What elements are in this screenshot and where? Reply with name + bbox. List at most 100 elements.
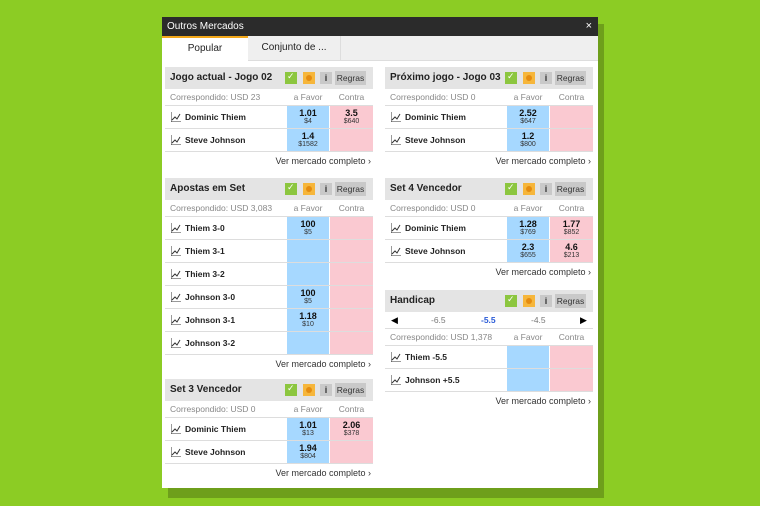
- back-odds-cell[interactable]: 1.01 $4: [287, 106, 329, 128]
- view-full-market-link[interactable]: Ver mercado completo ›: [385, 152, 593, 170]
- runner-name: Thiem -5.5: [405, 352, 448, 362]
- close-icon[interactable]: ×: [586, 17, 592, 36]
- lay-odds-cell[interactable]: [330, 263, 373, 285]
- chart-icon[interactable]: [171, 112, 181, 122]
- lay-odds-cell[interactable]: [550, 346, 593, 368]
- chart-icon[interactable]: [391, 112, 401, 122]
- back-odds-cell[interactable]: [287, 332, 329, 354]
- lay-odds-cell[interactable]: 3.5 $640: [330, 106, 373, 128]
- back-odds-cell[interactable]: [287, 240, 329, 262]
- lay-odds-cell[interactable]: [330, 217, 373, 239]
- rules-button[interactable]: Regras: [555, 71, 586, 85]
- back-odds-cell[interactable]: 100 $5: [287, 217, 329, 239]
- chart-icon[interactable]: [171, 269, 181, 279]
- back-odds-cell[interactable]: 1.18 $10: [287, 309, 329, 331]
- back-odds-cell[interactable]: [507, 346, 549, 368]
- lay-odds-cell[interactable]: [330, 332, 373, 354]
- view-full-market-link[interactable]: Ver mercado completo ›: [165, 464, 373, 482]
- chart-icon[interactable]: [171, 315, 181, 325]
- runner-row: Steve Johnson 1.2 $800: [385, 129, 593, 152]
- chart-icon[interactable]: [391, 352, 401, 362]
- check-icon[interactable]: [285, 182, 297, 195]
- rules-button[interactable]: Regras: [335, 71, 366, 85]
- back-odds-cell[interactable]: 2.52 $647: [507, 106, 549, 128]
- back-odds-cell[interactable]: [507, 369, 549, 391]
- runner-name: Dominic Thiem: [405, 223, 466, 233]
- market-title: Handicap: [390, 295, 436, 306]
- favourite-icon[interactable]: [303, 72, 315, 84]
- back-odds-cell[interactable]: 1.01 $13: [287, 418, 329, 440]
- rules-button[interactable]: Regras: [335, 383, 366, 397]
- chart-icon[interactable]: [171, 424, 181, 434]
- lay-odds-cell[interactable]: [550, 369, 593, 391]
- chart-icon[interactable]: [171, 223, 181, 233]
- favourite-icon[interactable]: [303, 384, 315, 396]
- check-icon[interactable]: [285, 71, 297, 84]
- chart-icon[interactable]: [171, 338, 181, 348]
- handicap-line-option[interactable]: -6.5: [431, 312, 446, 328]
- lay-odds-cell[interactable]: [330, 441, 373, 463]
- back-odds-cell[interactable]: 1.4 $1582: [287, 129, 329, 151]
- rules-button[interactable]: Regras: [555, 182, 586, 196]
- lay-odds-cell[interactable]: [330, 240, 373, 262]
- runner-name: Dominic Thiem: [185, 424, 246, 434]
- info-icon[interactable]: i: [540, 183, 552, 195]
- market-title: Set 4 Vencedor: [390, 183, 462, 194]
- info-icon[interactable]: i: [320, 72, 332, 84]
- rules-button[interactable]: Regras: [555, 294, 586, 308]
- chart-icon[interactable]: [171, 292, 181, 302]
- check-icon[interactable]: [285, 383, 297, 396]
- chart-icon[interactable]: [391, 223, 401, 233]
- view-full-market-link[interactable]: Ver mercado completo ›: [385, 263, 593, 281]
- lay-odds-cell[interactable]: [550, 106, 593, 128]
- check-icon[interactable]: [505, 71, 517, 84]
- favourite-icon[interactable]: [523, 295, 535, 307]
- lay-odds-cell[interactable]: 2.06 $378: [330, 418, 373, 440]
- favourite-icon[interactable]: [523, 183, 535, 195]
- back-odds-cell[interactable]: 1.28 $769: [507, 217, 549, 239]
- lay-column-label: Contra: [338, 92, 365, 102]
- lay-odds-cell[interactable]: 4.6 $213: [550, 240, 593, 262]
- handicap-line-selected[interactable]: -5.5: [481, 312, 496, 328]
- back-odds-cell[interactable]: 100 $5: [287, 286, 329, 308]
- tab-popular[interactable]: Popular: [162, 36, 248, 61]
- lay-odds-cell[interactable]: [330, 286, 373, 308]
- back-odds-cell[interactable]: 1.94 $804: [287, 441, 329, 463]
- chart-icon[interactable]: [171, 246, 181, 256]
- handicap-line-option[interactable]: -4.5: [531, 312, 546, 328]
- lay-odds-cell[interactable]: [330, 309, 373, 331]
- back-odds-cell[interactable]: 2.3 $655: [507, 240, 549, 262]
- check-icon[interactable]: [505, 294, 517, 307]
- chart-icon[interactable]: [171, 447, 181, 457]
- favourite-icon[interactable]: [523, 72, 535, 84]
- tab-conjunto[interactable]: Conjunto de ...: [248, 36, 341, 60]
- market-proximo-jogo: Próximo jogo - Jogo 03 i Regras Correspo…: [385, 67, 593, 170]
- view-full-market-link[interactable]: Ver mercado completo ›: [165, 355, 373, 373]
- back-odds-cell[interactable]: 1.2 $800: [507, 129, 549, 151]
- back-odds-cell[interactable]: [287, 263, 329, 285]
- chart-icon[interactable]: [391, 135, 401, 145]
- lay-odds-cell[interactable]: [550, 129, 593, 151]
- column-header: Correspondido: USD 3,083 a Favor Contra: [165, 200, 373, 217]
- favourite-icon[interactable]: [303, 183, 315, 195]
- chart-icon[interactable]: [171, 135, 181, 145]
- check-icon[interactable]: [505, 182, 517, 195]
- lay-odds-cell[interactable]: 1.77 $852: [550, 217, 593, 239]
- view-full-market-link[interactable]: Ver mercado completo ›: [385, 392, 593, 410]
- lay-odds-cell[interactable]: [330, 129, 373, 151]
- market-title: Próximo jogo - Jogo 03: [390, 72, 501, 83]
- chart-icon[interactable]: [391, 375, 401, 385]
- info-icon[interactable]: i: [320, 384, 332, 396]
- market-set4-vencedor: Set 4 Vencedor i Regras Correspondido: U…: [385, 178, 593, 281]
- info-icon[interactable]: i: [320, 183, 332, 195]
- view-full-market-link[interactable]: Ver mercado completo ›: [165, 152, 373, 170]
- column-header: Correspondido: USD 23 a Favor Contra: [165, 89, 373, 106]
- info-icon[interactable]: i: [540, 72, 552, 84]
- arrow-left-icon[interactable]: ◀: [391, 312, 398, 328]
- info-icon[interactable]: i: [540, 295, 552, 307]
- rules-button[interactable]: Regras: [335, 182, 366, 196]
- market-header: Set 3 Vencedor i Regras: [165, 379, 373, 401]
- chart-icon[interactable]: [391, 246, 401, 256]
- arrow-right-icon[interactable]: ▶: [580, 312, 587, 328]
- runner-name: Thiem 3-0: [185, 223, 225, 233]
